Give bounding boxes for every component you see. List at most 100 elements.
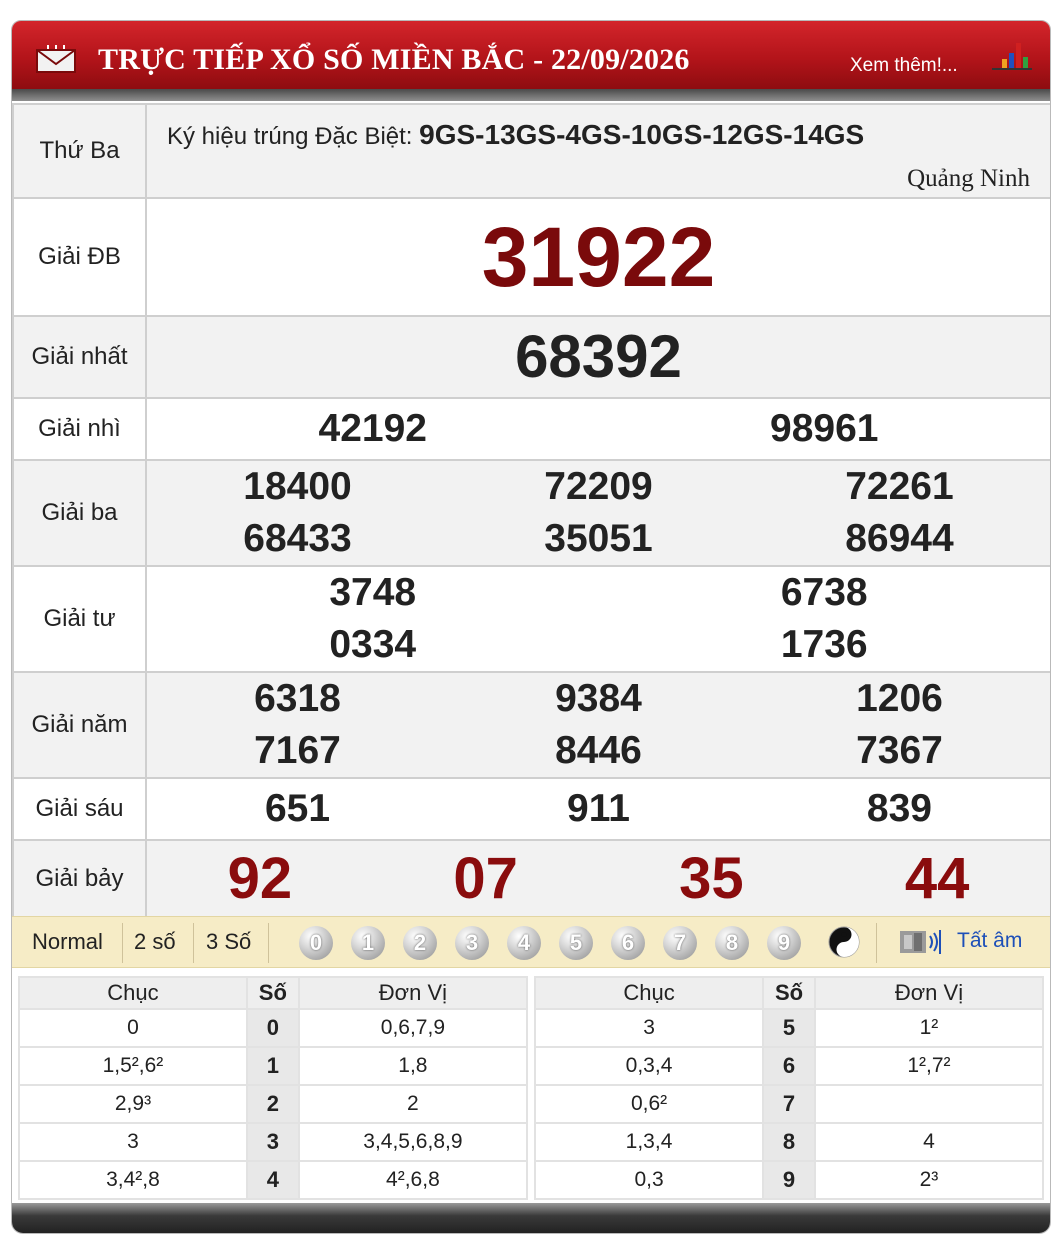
don-vi-cell: 3,4,5,6,8,9 <box>297 1122 529 1162</box>
prize-number: 72261 <box>845 465 954 508</box>
prize-number: 7367 <box>856 729 943 772</box>
prize-number: 44 <box>904 846 970 911</box>
header-bar: TRỰC TIẾP XỔ SỐ MIỀN BẮC - 22/09/2026 Xe… <box>12 21 1050 89</box>
mode-normal-button[interactable]: Normal <box>32 929 103 955</box>
loto-header-row: Chục Số Đơn Vị <box>533 976 1045 1010</box>
special-code-line: Ký hiệu trúng Đặc Biệt: 9GS-13GS-4GS-10G… <box>167 119 864 151</box>
prize-row-g3: Giải ba 18400 72209 72261 68433 35051 86… <box>12 459 1050 567</box>
mode-2-digit-button[interactable]: 2 số <box>134 929 176 955</box>
table-row: 0,3 9 2³ <box>533 1160 1045 1200</box>
prize-number: 42192 <box>318 407 427 450</box>
table-row: 3 3 3,4,5,6,8,9 <box>18 1122 529 1162</box>
province-name: Quảng Ninh <box>907 165 1030 192</box>
don-vi-cell: 1,8 <box>297 1046 529 1086</box>
chuc-cell: 2,9³ <box>18 1084 248 1124</box>
prize-row-db: Giải ĐB 31922 <box>12 197 1050 317</box>
prize-number: 35 <box>679 846 744 911</box>
digit-filter-8[interactable]: 8 <box>715 926 749 960</box>
digit-filter-0[interactable]: 0 <box>299 926 333 960</box>
chuc-cell: 3,4²,8 <box>18 1160 248 1200</box>
head-digit: 1 <box>245 1046 300 1086</box>
mute-all-button[interactable]: Tất âm <box>957 929 1022 953</box>
digit-filter-5[interactable]: 5 <box>559 926 593 960</box>
prize-label: Giải nhất <box>12 315 147 399</box>
table-row: 3 5 1² <box>533 1008 1045 1048</box>
head-digit: 3 <box>245 1122 300 1162</box>
prize-number: 6738 <box>780 571 868 614</box>
prize-row-g2: Giải nhì 42192 98961 <box>12 397 1050 461</box>
column-header-chuc: Chục <box>533 976 765 1010</box>
prize-number: 0334 <box>329 623 417 666</box>
column-header-so: Số <box>762 976 816 1010</box>
table-row: 0,3,4 6 1²,7² <box>533 1046 1045 1086</box>
table-row: 0 0 0,6,7,9 <box>18 1008 529 1048</box>
mode-3-digit-button[interactable]: 3 Số <box>206 929 251 955</box>
prize-number: 92 <box>227 846 293 911</box>
don-vi-cell: 4 <box>813 1122 1045 1162</box>
prize-number: 911 <box>567 787 630 830</box>
prize-label: Giải năm <box>12 671 147 779</box>
speaker-mute-icon[interactable] <box>898 927 944 957</box>
table-row: 1,5²,6² 1 1,8 <box>18 1046 529 1086</box>
first-prize-number: 68392 <box>515 323 682 390</box>
digit-filter-1[interactable]: 1 <box>351 926 385 960</box>
head-digit: 0 <box>245 1008 300 1048</box>
prize-label: Giải ĐB <box>12 197 147 317</box>
prize-number: 86944 <box>845 517 954 560</box>
prize-label: Giải sáu <box>12 777 147 841</box>
bar-chart-icon[interactable] <box>990 39 1032 71</box>
don-vi-cell: 2³ <box>813 1160 1045 1200</box>
digit-filter-4[interactable]: 4 <box>507 926 541 960</box>
digit-filter-7[interactable]: 7 <box>663 926 697 960</box>
prize-label: Giải ba <box>12 459 147 567</box>
chuc-cell: 0,6² <box>533 1084 765 1124</box>
loto-table-left: Chục Số Đơn Vị 0 0 0,6,7,9 1,5²,6² 1 1,8… <box>18 976 529 1200</box>
prize-number: 35051 <box>544 517 653 560</box>
footer-bar <box>12 1203 1050 1233</box>
prize-number: 8446 <box>555 729 642 772</box>
chuc-cell: 0,3 <box>533 1160 765 1200</box>
don-vi-cell: 2 <box>297 1084 529 1124</box>
loto-header-row: Chục Số Đơn Vị <box>18 976 529 1010</box>
more-link[interactable]: Xem thêm!... <box>850 55 958 77</box>
table-row: 3,4²,8 4 4²,6,8 <box>18 1160 529 1200</box>
mail-icon <box>36 45 76 73</box>
prize-number: 839 <box>866 787 932 830</box>
results-table: Thứ Ba Ký hiệu trúng Đặc Biệt: 9GS-13GS-… <box>12 103 1050 919</box>
prize-number: 18400 <box>243 465 352 508</box>
prize-number: 3748 <box>329 571 417 614</box>
prize-row-g7: Giải bảy 92 07 35 44 <box>12 839 1050 919</box>
prize-number: 68433 <box>243 517 352 560</box>
prize-number: 98961 <box>770 407 879 450</box>
prize-number: 72209 <box>544 465 653 508</box>
table-row: 1,3,4 8 4 <box>533 1122 1045 1162</box>
chuc-cell: 1,5²,6² <box>18 1046 248 1086</box>
toolbar-divider <box>122 923 123 963</box>
prize-label: Giải tư <box>12 565 147 673</box>
display-toolbar: Normal 2 số 3 Số 0 1 2 3 4 5 6 7 8 9 Tất… <box>12 916 1050 968</box>
digit-filter-6[interactable]: 6 <box>611 926 645 960</box>
yin-yang-icon[interactable] <box>828 926 860 958</box>
special-code-cell: Ký hiệu trúng Đặc Biệt: 9GS-13GS-4GS-10G… <box>145 103 1050 199</box>
prize-row-g5: Giải năm 6318 9384 1206 7167 8446 7367 <box>12 671 1050 779</box>
head-digit: 4 <box>245 1160 300 1200</box>
special-prize-number: 31922 <box>481 210 716 304</box>
info-row: Thứ Ba Ký hiệu trúng Đặc Biệt: 9GS-13GS-… <box>12 103 1050 199</box>
head-digit: 6 <box>762 1046 816 1086</box>
head-digit: 2 <box>245 1084 300 1124</box>
toolbar-divider <box>876 923 877 963</box>
don-vi-cell: 0,6,7,9 <box>297 1008 529 1048</box>
prize-number: 7167 <box>254 729 341 772</box>
prize-number: 07 <box>453 846 518 911</box>
don-vi-cell: 1² <box>813 1008 1045 1048</box>
head-digit: 8 <box>762 1122 816 1162</box>
column-header-don-vi: Đơn Vị <box>813 976 1045 1010</box>
head-digit: 5 <box>762 1008 816 1048</box>
head-digit: 7 <box>762 1084 816 1124</box>
special-code-label: Ký hiệu trúng Đặc Biệt: <box>167 123 413 150</box>
digit-filter-3[interactable]: 3 <box>455 926 489 960</box>
digit-filter-2[interactable]: 2 <box>403 926 437 960</box>
lottery-results-widget: TRỰC TIẾP XỔ SỐ MIỀN BẮC - 22/09/2026 Xe… <box>11 20 1051 1234</box>
digit-filter-9[interactable]: 9 <box>767 926 801 960</box>
chuc-cell: 0,3,4 <box>533 1046 765 1086</box>
